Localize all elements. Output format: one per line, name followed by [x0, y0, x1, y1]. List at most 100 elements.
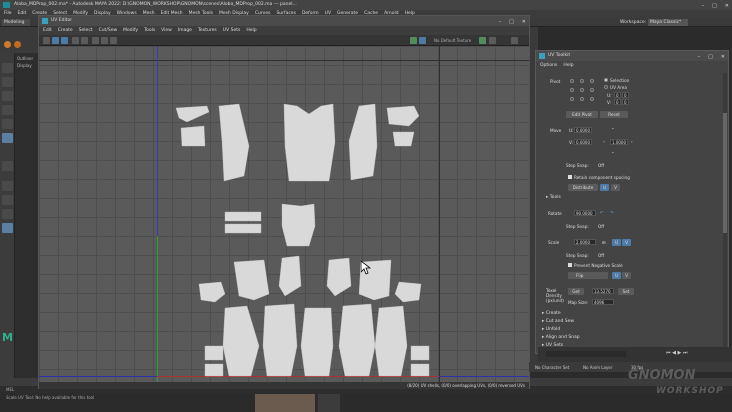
uv-shell[interactable] [392, 131, 415, 147]
uv-shell[interactable] [386, 105, 420, 127]
uv-tb-pixel-snap-icon[interactable] [101, 37, 108, 44]
move-u-field[interactable]: 0.0000 [574, 127, 592, 133]
retain-spacing-checkbox[interactable] [568, 175, 572, 179]
move-right-icon[interactable]: › [631, 139, 633, 144]
layout-four-icon[interactable] [2, 195, 13, 205]
uv-menu-edit[interactable]: Edit [43, 26, 52, 35]
uv-shell[interactable] [300, 307, 334, 377]
layout-two-icon[interactable] [2, 209, 13, 219]
uv-shell[interactable] [394, 281, 422, 303]
uv-tb-view-transform-icon[interactable] [489, 37, 496, 44]
uv-shell[interactable] [262, 303, 298, 377]
menu-set-dropdown[interactable]: Modeling [2, 19, 30, 26]
uv-menu-view[interactable]: View [161, 26, 172, 35]
uv-menu-select[interactable]: Select [79, 26, 93, 35]
uv-menu-textures[interactable]: Textures [198, 26, 217, 35]
shelf-torus-icon[interactable] [14, 41, 21, 48]
uv-tb-exposure-icon[interactable] [410, 37, 417, 44]
tk-menu-help[interactable]: Help [563, 63, 573, 68]
uv-shell[interactable] [204, 345, 224, 361]
create-section[interactable]: ▸ Create [542, 311, 561, 316]
lasso-tool-icon[interactable] [2, 77, 13, 87]
uv-shell[interactable] [204, 363, 224, 377]
uv-tb-texture-border-icon[interactable] [92, 37, 99, 44]
last-tool-icon[interactable] [2, 161, 13, 171]
tk-maximize-icon[interactable]: □ [708, 52, 713, 62]
move-v-field[interactable]: 0.0000 [574, 139, 592, 145]
cut-sew-section[interactable]: ▸ Cut and Sew [542, 319, 574, 324]
move-step-field[interactable]: 1.0000 [610, 139, 628, 145]
pivot-u-field-2[interactable]: 0 [622, 92, 629, 98]
reset-pivot-button[interactable]: Reset [600, 111, 628, 118]
uv-shell[interactable] [180, 125, 206, 147]
map-size-field[interactable]: 4096 [592, 299, 614, 305]
pivot-radio[interactable] [590, 97, 594, 101]
menu-edit[interactable]: Edit [18, 10, 27, 18]
scale-icon[interactable]: ⊞ [602, 240, 606, 245]
rotate-cw-icon[interactable]: ↷ [610, 210, 614, 215]
uv-shell[interactable] [326, 257, 352, 297]
menu-file[interactable]: File [4, 10, 12, 18]
layout-uv-icon[interactable] [2, 223, 13, 233]
uv-tb-rgb-icon[interactable] [419, 37, 426, 44]
distribute-v-button[interactable]: V [611, 184, 620, 191]
pivot-radio[interactable] [590, 79, 594, 83]
uv-menu-help[interactable]: Help [246, 26, 256, 35]
pivot-radio[interactable] [570, 79, 574, 83]
uv-shells[interactable] [39, 46, 529, 382]
flip-u-button[interactable]: U [612, 272, 621, 279]
uv-shell[interactable] [374, 305, 408, 377]
scale-field[interactable]: 2.0000 [574, 239, 596, 245]
scale-u-button[interactable]: U [612, 239, 621, 246]
timeline[interactable]: ⏮ ◀ ▶ ⏭ [538, 347, 732, 362]
uv-menu-cut-sew[interactable]: Cut/Sew [99, 26, 118, 35]
uv-shell[interactable] [218, 103, 250, 182]
tools-section-header[interactable]: ▸ Tools [546, 195, 561, 200]
uv-shell[interactable] [198, 281, 226, 303]
rotate-step-snap-value[interactable]: Off [598, 224, 604, 229]
uv-menu-uv-sets[interactable]: UV Sets [223, 26, 241, 35]
distribute-button[interactable]: Distribute [568, 184, 598, 191]
flip-button[interactable]: Flip [568, 272, 608, 279]
paint-select-icon[interactable] [2, 91, 13, 101]
rotate-ccw-icon[interactable]: ↶ [600, 210, 604, 215]
uv-shell[interactable] [224, 211, 262, 222]
uv-tb-checker-icon[interactable] [72, 37, 79, 44]
move-down-icon[interactable]: ⌄ [611, 149, 615, 154]
pivot-radio[interactable] [570, 88, 574, 92]
current-frame-field[interactable] [546, 351, 626, 357]
uv-shell[interactable] [283, 103, 336, 182]
uv-tb-toolkit-icon[interactable] [511, 37, 518, 44]
flip-v-button[interactable]: V [622, 272, 631, 279]
uv-shell[interactable] [222, 305, 260, 377]
uv-tb-isolate-icon[interactable] [110, 37, 117, 44]
texel-density-field[interactable]: 13.5270 [592, 288, 614, 294]
pivot-radio[interactable] [580, 97, 584, 101]
pivot-radio[interactable] [570, 97, 574, 101]
uv-shell[interactable] [233, 259, 270, 301]
uv-tb-distortion-icon[interactable] [81, 37, 88, 44]
distribute-u-button[interactable]: U [600, 184, 609, 191]
rotate-field[interactable]: 90.0000 [574, 210, 596, 216]
uv-menu-create[interactable]: Create [58, 26, 73, 35]
pivot-radio[interactable] [580, 88, 584, 92]
select-tool-icon[interactable] [2, 63, 13, 73]
workspace-dropdown[interactable]: Maya Classic* [648, 19, 688, 26]
move-up-icon[interactable]: ⌃ [611, 127, 615, 132]
uv-menu-tools[interactable]: Tools [144, 26, 155, 35]
uv-shell[interactable] [281, 203, 316, 247]
uv-menu-image[interactable]: Image [178, 26, 192, 35]
uv-menu-modify[interactable]: Modify [123, 26, 138, 35]
playback-controls-icon[interactable]: ⏮ ◀ ▶ ⏭ [666, 350, 687, 356]
pivot-radio[interactable] [580, 79, 584, 83]
uv-shell[interactable] [338, 303, 376, 377]
move-left-icon[interactable]: ‹ [603, 139, 605, 144]
uv-tb-gamma-icon[interactable] [479, 37, 486, 44]
tk-close-icon[interactable]: ✕ [721, 52, 725, 62]
uv-tb-shaded-icon[interactable] [61, 37, 68, 44]
align-snap-section[interactable]: ▸ Align and Snap [542, 335, 580, 340]
shelf-sphere-icon[interactable] [4, 41, 11, 48]
texel-set-button[interactable]: Set [618, 288, 634, 295]
uv-shell[interactable] [410, 363, 430, 377]
pivot-v-field-2[interactable]: 0 [622, 99, 629, 105]
